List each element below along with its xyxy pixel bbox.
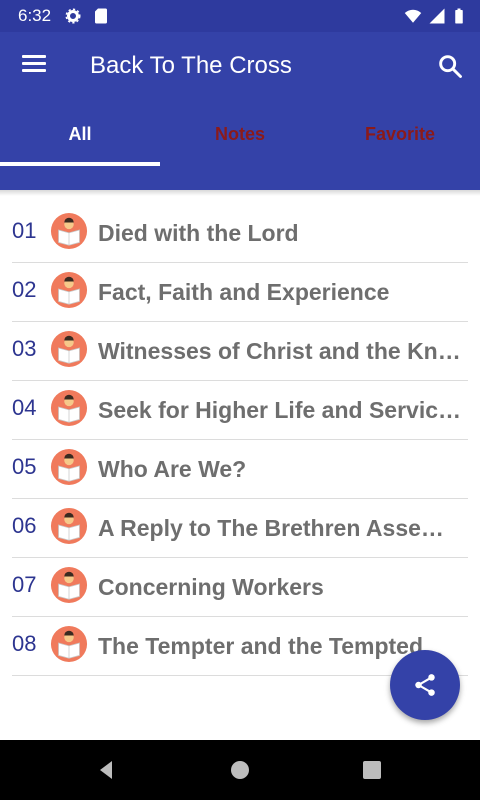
item-title: Who Are We? bbox=[98, 456, 247, 482]
status-time: 6:32 bbox=[18, 6, 52, 25]
hamburger-line bbox=[22, 62, 46, 65]
list-item[interactable]: 03 Witnesses of Christ and the Kn… bbox=[12, 322, 468, 381]
item-number: 03 bbox=[12, 336, 37, 361]
list-item[interactable]: 02 Fact, Faith and Experience bbox=[12, 263, 468, 322]
list-item[interactable]: 07 Concerning Workers bbox=[12, 558, 468, 617]
list-item[interactable]: 01 Died with the Lord bbox=[12, 204, 468, 263]
app-bar: Back To The Cross bbox=[0, 32, 480, 100]
search-icon[interactable] bbox=[436, 52, 464, 80]
reader-avatar-icon bbox=[50, 566, 88, 604]
home-icon[interactable] bbox=[228, 758, 252, 782]
tab-all[interactable]: All bbox=[0, 100, 160, 168]
item-title: Concerning Workers bbox=[98, 574, 324, 600]
tab-notes[interactable]: Notes bbox=[160, 100, 320, 168]
hamburger-line bbox=[22, 69, 46, 72]
reader-avatar-icon bbox=[50, 448, 88, 486]
list-item[interactable]: 06 A Reply to The Brethren Asse… bbox=[12, 499, 468, 558]
settings-icon bbox=[65, 8, 81, 24]
back-icon[interactable] bbox=[94, 758, 118, 782]
reader-avatar-icon bbox=[50, 271, 88, 309]
item-title: Seek for Higher Life and Servic… bbox=[98, 397, 462, 423]
item-number: 02 bbox=[12, 277, 37, 302]
item-title: Witnesses of Christ and the Kn… bbox=[98, 338, 461, 364]
menu-button[interactable] bbox=[18, 52, 50, 80]
share-icon bbox=[415, 674, 435, 696]
tab-indicator bbox=[0, 162, 160, 166]
item-title: Died with the Lord bbox=[98, 220, 299, 246]
navigation-bar bbox=[0, 740, 480, 800]
signal-icon bbox=[429, 8, 445, 24]
status-bar: 6:32 bbox=[0, 0, 480, 32]
list-item[interactable]: 05 Who Are We? bbox=[12, 440, 468, 499]
tab-bar-shadow bbox=[0, 190, 480, 196]
item-title: Fact, Faith and Experience bbox=[98, 279, 390, 305]
item-number: 07 bbox=[12, 572, 37, 597]
hamburger-line bbox=[22, 55, 46, 58]
item-number: 06 bbox=[12, 513, 37, 538]
item-title: A Reply to The Brethren Asse… bbox=[98, 515, 444, 541]
reader-avatar-icon bbox=[50, 330, 88, 368]
battery-icon bbox=[455, 8, 463, 24]
recents-icon[interactable] bbox=[360, 758, 384, 782]
wifi-icon bbox=[404, 9, 422, 23]
item-number: 08 bbox=[12, 631, 37, 656]
sd-card-icon bbox=[95, 8, 107, 24]
tab-favorite[interactable]: Favorite bbox=[320, 100, 480, 168]
page-title: Back To The Cross bbox=[90, 52, 292, 79]
reader-avatar-icon bbox=[50, 212, 88, 250]
list-item[interactable]: 04 Seek for Higher Life and Servic… bbox=[12, 381, 468, 440]
item-number: 01 bbox=[12, 218, 37, 243]
tab-bar: All Notes Favorite bbox=[0, 100, 480, 190]
item-number: 05 bbox=[12, 454, 37, 479]
chapter-list: 01 Died with the Lord 02 Fact, Faith and… bbox=[0, 204, 480, 676]
reader-avatar-icon bbox=[50, 625, 88, 663]
reader-avatar-icon bbox=[50, 507, 88, 545]
reader-avatar-icon bbox=[50, 389, 88, 427]
share-button[interactable] bbox=[390, 650, 460, 720]
item-number: 04 bbox=[12, 395, 37, 420]
